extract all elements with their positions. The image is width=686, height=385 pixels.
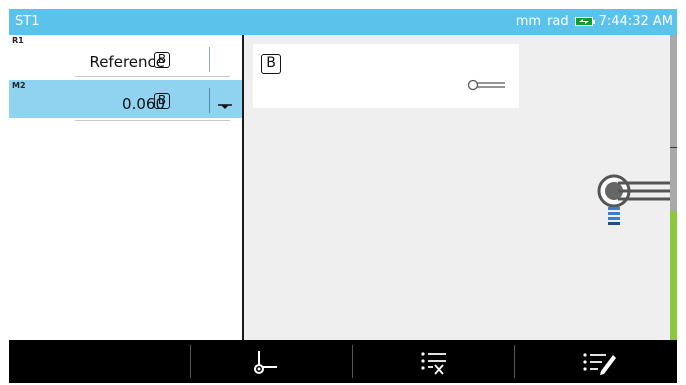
reading-row-m2[interactable]: M2 0.060 B (9, 80, 242, 121)
units-label[interactable]: mm (516, 14, 541, 29)
edit-list-button[interactable] (519, 340, 677, 383)
scale-ok-zone (670, 211, 677, 340)
list-edit-icon (583, 352, 616, 375)
probe-tool-icon (596, 169, 676, 233)
probe-icon (467, 76, 507, 95)
list-clear-icon (421, 351, 446, 375)
bottom-toolbar (9, 340, 677, 383)
reading-badge: B (154, 52, 170, 68)
preview-badge: B (261, 54, 281, 74)
toolbar-separator (514, 345, 515, 378)
scale-tick (670, 147, 677, 148)
tolerance-dropdown-icon[interactable] (218, 96, 232, 115)
reading-id: M2 (12, 81, 26, 90)
battery-charging-icon (574, 17, 595, 26)
row-divider (75, 76, 230, 77)
divider (209, 47, 210, 72)
clear-list-button[interactable] (354, 340, 514, 383)
divider (209, 88, 210, 113)
station-title: ST1 (15, 14, 40, 29)
reading-badge: B (154, 93, 170, 109)
origin-axis-icon (254, 350, 277, 374)
reading-list: R1 Reference B M2 0.060 B (9, 35, 244, 340)
origin-button[interactable] (184, 340, 344, 383)
status-area: mm rad 7:44:32 AM (516, 14, 673, 29)
row-divider (75, 120, 230, 121)
preview-area: B (244, 35, 670, 340)
reading-id: R1 (12, 36, 24, 45)
preview-card: B (253, 44, 519, 108)
toolbar-empty-button[interactable] (9, 340, 169, 383)
angle-units-label[interactable]: rad (547, 14, 569, 29)
clock: 7:44:32 AM (598, 14, 673, 29)
reading-row-r1[interactable]: R1 Reference B (9, 35, 242, 79)
app-window: ST1 mm rad 7:44:32 AM R1 Reference B M2 … (9, 9, 677, 383)
tolerance-scale (670, 35, 677, 340)
title-bar: ST1 mm rad 7:44:32 AM (9, 9, 677, 35)
toolbar-separator (352, 345, 353, 378)
